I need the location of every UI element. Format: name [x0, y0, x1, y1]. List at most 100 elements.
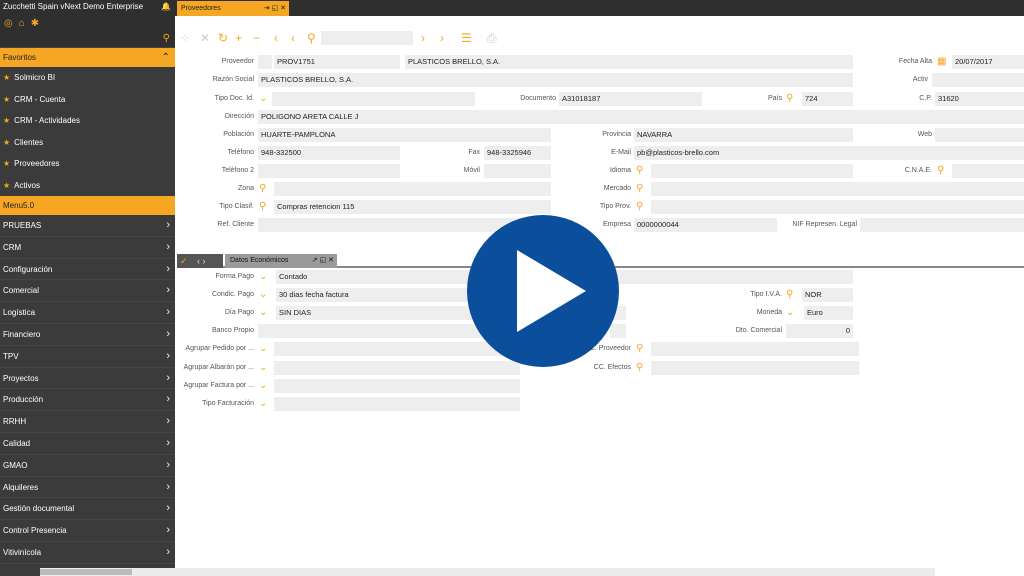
zona-field[interactable]	[274, 182, 551, 196]
telefono2-field[interactable]	[258, 164, 400, 178]
favorites-header[interactable]: Favoritos ⌃	[0, 48, 175, 67]
subtab-nav-arrows[interactable]: ‹ ›	[197, 254, 206, 268]
chevron-down-icon[interactable]: ⌄	[259, 306, 267, 320]
pais-field[interactable]: 724	[802, 92, 853, 106]
dto-comercial-field[interactable]: 0	[786, 324, 853, 338]
tipo-iva-field[interactable]: NOR	[802, 288, 853, 302]
scrollbar-thumb[interactable]	[40, 569, 132, 575]
search-icon[interactable]: ⚲	[636, 342, 643, 356]
menu-item[interactable]: Calidad ›	[0, 433, 175, 455]
proveedor-lookup[interactable]	[258, 55, 272, 69]
cc-proveedor-field[interactable]	[651, 342, 859, 356]
chevron-down-icon[interactable]: ⌄	[259, 397, 267, 411]
play-button[interactable]	[467, 215, 619, 367]
chevron-down-icon[interactable]: ⌄	[259, 270, 267, 284]
tipo-clasif-field[interactable]: Compras retencion 115	[274, 200, 551, 214]
menu-item[interactable]: Proyectos ›	[0, 368, 175, 390]
menu-item[interactable]: GMAO ›	[0, 455, 175, 477]
fav-item[interactable]: ★ Proveedores	[0, 153, 175, 175]
menu-item[interactable]: Control Presencia ›	[0, 520, 175, 542]
menu-item[interactable]: Financiero ›	[0, 324, 175, 346]
first-record-icon[interactable]: ‹	[274, 28, 278, 48]
fav-item[interactable]: ★ Clientes	[0, 132, 175, 154]
telefono-field[interactable]: 948-332500	[258, 146, 400, 160]
menu-item[interactable]: Alquileres ›	[0, 477, 175, 499]
moneda-field[interactable]: Euro	[804, 306, 853, 320]
menu-header[interactable]: Menu5.0	[0, 196, 175, 215]
menu-item[interactable]: Producción ›	[0, 389, 175, 412]
poblacion-field[interactable]: HUARTE-PAMPLONA	[258, 128, 551, 142]
tipo-prov-field[interactable]	[651, 200, 1024, 214]
previous-icon[interactable]: ‹	[291, 28, 295, 48]
menu-item[interactable]: PRUEBAS ›	[0, 215, 175, 237]
chevron-down-icon[interactable]: ⌄	[259, 379, 267, 393]
proveedor-code-field[interactable]: PROV1751	[274, 55, 400, 69]
fav-item[interactable]: ★ Solmicro BI	[0, 67, 175, 89]
proveedor-name-field[interactable]: PLASTICOS BRELLO, S.A.	[405, 55, 853, 69]
movil-field[interactable]	[484, 164, 551, 178]
menu-item[interactable]: Configuración ›	[0, 259, 175, 281]
activo-field[interactable]	[932, 73, 1024, 87]
fax-field[interactable]: 948-3325946	[484, 146, 551, 160]
menu-item[interactable]: CRM ›	[0, 237, 175, 259]
search-icon[interactable]: ⚲	[636, 361, 643, 375]
search-icon[interactable]: ⚲	[636, 164, 643, 178]
chevron-down-icon[interactable]: ⌄	[259, 361, 267, 375]
cp-field[interactable]: 31620	[935, 92, 1024, 106]
chevron-down-icon[interactable]: ⌄	[786, 306, 794, 320]
fav-item[interactable]: ★ Activos	[0, 175, 175, 197]
fav-item[interactable]: ★ CRM - Cuenta	[0, 89, 175, 111]
menu-item[interactable]: TPV ›	[0, 346, 175, 368]
list-icon[interactable]: ☰	[461, 28, 472, 48]
sidebar-search[interactable]: ⚲	[0, 32, 175, 48]
tab-controls[interactable]: ⇥ ◱ ✕	[264, 1, 286, 16]
remove-icon[interactable]: −	[253, 28, 260, 48]
print-icon[interactable]: ⎙	[487, 28, 497, 48]
gear-icon[interactable]: ✱	[31, 18, 39, 29]
agrupar-albaran-field[interactable]	[274, 361, 520, 375]
chevron-down-icon[interactable]: ⌄	[259, 288, 267, 302]
check-icon[interactable]: ✓	[180, 254, 188, 268]
search-icon[interactable]: ⚲	[307, 28, 316, 48]
tipo-facturacion-field[interactable]	[274, 397, 520, 411]
search-icon[interactable]: ⚲	[786, 92, 793, 106]
search-icon[interactable]: ⚲	[636, 200, 643, 214]
record-search-input[interactable]	[321, 31, 413, 45]
web-field[interactable]	[935, 128, 1024, 142]
direccion-field[interactable]: POLIGONO ARETA CALLE J	[258, 110, 1024, 124]
horizontal-scrollbar[interactable]	[40, 568, 935, 576]
search-icon[interactable]: ⚲	[163, 33, 170, 44]
menu-item[interactable]: Comercial ›	[0, 280, 175, 303]
menu-item[interactable]: RRHH ›	[0, 411, 175, 433]
calendar-icon[interactable]: ▦	[937, 55, 946, 69]
refresh-icon[interactable]: ↻	[218, 28, 228, 48]
subtab-controls[interactable]: ↗ ◱ ✕	[312, 254, 334, 268]
close-icon[interactable]: ✕	[200, 28, 210, 48]
search-icon[interactable]: ⚲	[636, 182, 643, 196]
settings-circle-icon[interactable]: ◎	[4, 18, 13, 29]
search-icon[interactable]: ⚲	[786, 288, 793, 302]
banco-extra-field[interactable]	[610, 324, 626, 338]
tab-proveedores[interactable]: Proveedores ⇥ ◱ ✕	[177, 1, 289, 16]
mercado-field[interactable]	[651, 182, 1024, 196]
empresa-field[interactable]: 0000000044	[634, 218, 777, 232]
tab-datos-economicos[interactable]: Datos Económicos ↗ ◱ ✕	[225, 254, 337, 268]
chevron-down-icon[interactable]: ⌄	[259, 342, 267, 356]
fecha-alta-field[interactable]: 20/07/2017	[952, 55, 1024, 69]
search-icon[interactable]: ⚲	[259, 182, 266, 196]
chevron-down-icon[interactable]: ⌄	[259, 92, 267, 106]
chevron-up-icon[interactable]: ⌃	[162, 48, 170, 67]
tipo-doc-field[interactable]	[272, 92, 475, 106]
menu-item[interactable]: Vitivinícola ›	[0, 542, 175, 564]
documento-field[interactable]: A31018187	[559, 92, 702, 106]
grid-icon[interactable]: ⁘	[180, 28, 190, 48]
cc-efectos-field[interactable]	[651, 361, 859, 375]
agrupar-factura-field[interactable]	[274, 379, 520, 393]
nif-field[interactable]	[860, 218, 1024, 232]
agrupar-pedido-field[interactable]	[274, 342, 520, 356]
search-icon[interactable]: ⚲	[259, 200, 266, 214]
last-record-icon[interactable]: ›	[440, 28, 444, 48]
razon-social-field[interactable]: PLASTICOS BRELLO, S.A.	[258, 73, 853, 87]
idioma-field[interactable]	[651, 164, 853, 178]
add-icon[interactable]: +	[235, 28, 242, 48]
